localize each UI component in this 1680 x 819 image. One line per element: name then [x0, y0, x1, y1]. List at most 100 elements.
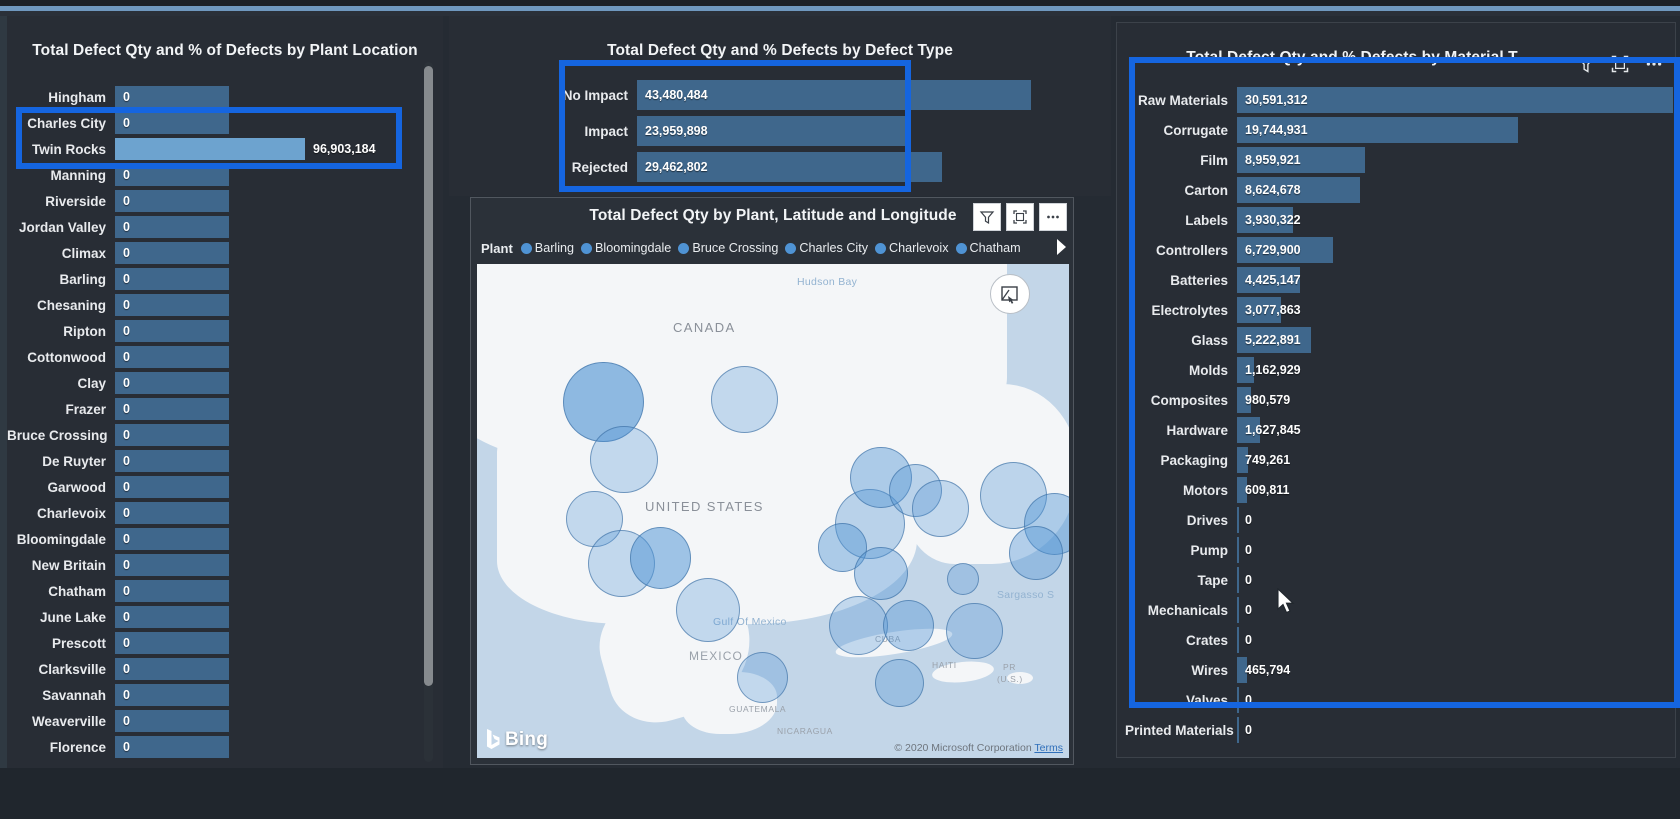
bar-row[interactable]: Mechanicals 0 — [1125, 595, 1673, 625]
bar-track[interactable]: 0 — [115, 162, 305, 188]
bar-fill[interactable] — [1237, 537, 1240, 563]
bar-fill[interactable] — [115, 736, 229, 758]
bar-row[interactable]: Rejected 29,462,802 — [561, 152, 1031, 182]
bar-fill[interactable] — [115, 242, 229, 264]
map-legend-item[interactable]: Barling — [520, 241, 574, 255]
bar-track[interactable]: 0 — [115, 448, 305, 474]
bar-fill[interactable] — [1237, 597, 1240, 623]
bar-row[interactable]: Impact 23,959,898 — [561, 116, 1031, 146]
map-legend-item[interactable]: Charlevoix — [875, 241, 949, 255]
bar-row[interactable]: Motors 609,811 — [1125, 475, 1673, 505]
map-bubble[interactable] — [711, 365, 779, 433]
bar-row[interactable]: Carton 8,624,678 — [1125, 175, 1673, 205]
bar-fill[interactable] — [115, 684, 229, 706]
bar-fill[interactable] — [115, 632, 229, 654]
bar-row[interactable]: Hardware 1,627,845 — [1125, 415, 1673, 445]
bar-track[interactable]: 0 — [115, 656, 305, 682]
bar-row[interactable]: Electrolytes 3,077,863 — [1125, 295, 1673, 325]
bar-row[interactable]: De Ruyter 0 — [7, 448, 427, 474]
bar-fill[interactable] — [1237, 567, 1240, 593]
map-bubble[interactable] — [1009, 525, 1063, 580]
bar-fill[interactable] — [115, 450, 229, 472]
bar-track[interactable]: 19,744,931 — [1237, 115, 1673, 145]
bar-track[interactable]: 0 — [115, 604, 305, 630]
map-bubble[interactable] — [912, 480, 969, 537]
map-bubble[interactable] — [737, 652, 789, 704]
bar-row[interactable]: Chatham 0 — [7, 578, 427, 604]
focus-mode-icon[interactable] — [1006, 203, 1034, 231]
bar-fill[interactable] — [115, 112, 229, 134]
bar-row[interactable]: Bruce Crossing 0 — [7, 422, 427, 448]
plant-location-visual[interactable]: Total Defect Qty and % of Defects by Pla… — [7, 16, 443, 768]
bar-track[interactable]: 0 — [1237, 685, 1673, 715]
map-legend-item[interactable]: Charles City — [785, 241, 868, 255]
chevron-right-icon[interactable] — [1051, 232, 1071, 262]
bar-track[interactable]: 0 — [1237, 535, 1673, 565]
bar-fill[interactable] — [115, 346, 229, 368]
map-bubble[interactable] — [883, 600, 935, 652]
map-terms-link[interactable]: Terms — [1034, 742, 1063, 754]
bar-fill[interactable] — [115, 268, 229, 290]
bar-fill[interactable] — [115, 320, 229, 342]
bar-track[interactable]: 43,480,484 — [637, 80, 1031, 110]
bar-track[interactable]: 749,261 — [1237, 445, 1673, 475]
bar-fill[interactable] — [115, 216, 229, 238]
bar-fill[interactable] — [115, 528, 229, 550]
bar-track[interactable]: 1,627,845 — [1237, 415, 1673, 445]
bar-track[interactable]: 0 — [115, 240, 305, 266]
bar-track[interactable]: 0 — [115, 344, 305, 370]
bar-row[interactable]: Composites 980,579 — [1125, 385, 1673, 415]
bar-fill[interactable] — [115, 86, 229, 108]
bar-row[interactable]: Corrugate 19,744,931 — [1125, 115, 1673, 145]
bar-row[interactable]: Chesaning 0 — [7, 292, 427, 318]
bar-track[interactable]: 0 — [115, 84, 305, 110]
bar-row[interactable]: Printed Materials 0 — [1125, 715, 1673, 745]
bar-track[interactable]: 96,903,184 — [115, 136, 376, 162]
bar-row[interactable]: Clarksville 0 — [7, 656, 427, 682]
bar-fill[interactable] — [1237, 507, 1240, 533]
more-options-icon[interactable] — [1039, 203, 1067, 231]
bar-track[interactable]: 609,811 — [1237, 475, 1673, 505]
bar-fill[interactable] — [115, 424, 229, 446]
defect-type-visual[interactable]: Total Defect Qty and % Defects by Defect… — [449, 16, 1111, 196]
bar-track[interactable]: 30,591,312 — [1237, 85, 1673, 115]
bar-row[interactable]: Riverside 0 — [7, 188, 427, 214]
bar-track[interactable]: 0 — [115, 188, 305, 214]
bar-track[interactable]: 8,959,921 — [1237, 145, 1673, 175]
bar-row[interactable]: Labels 3,930,322 — [1125, 205, 1673, 235]
bar-track[interactable]: 0 — [115, 708, 305, 734]
map-canvas[interactable]: CANADA UNITED STATES MEXICO GUATEMALA NI… — [477, 264, 1069, 758]
bar-fill[interactable] — [1237, 627, 1240, 653]
bar-track[interactable]: 23,959,898 — [637, 116, 1031, 146]
bar-row[interactable]: Packaging 749,261 — [1125, 445, 1673, 475]
bar-fill[interactable] — [115, 476, 229, 498]
bar-track[interactable]: 1,162,929 — [1237, 355, 1673, 385]
bar-row[interactable]: Florence 0 — [7, 734, 427, 760]
bar-track[interactable]: 0 — [115, 682, 305, 708]
filter-icon[interactable] — [1573, 51, 1599, 77]
bar-row[interactable]: Pump 0 — [1125, 535, 1673, 565]
map-bubble[interactable] — [875, 658, 924, 707]
bar-track[interactable]: 0 — [115, 500, 305, 526]
map-bubble[interactable] — [590, 425, 658, 493]
bar-track[interactable]: 8,624,678 — [1237, 175, 1673, 205]
bar-row[interactable]: Wires 465,794 — [1125, 655, 1673, 685]
bar-track[interactable]: 0 — [115, 526, 305, 552]
bar-row[interactable]: Manning 0 — [7, 162, 427, 188]
bar-row[interactable]: Tape 0 — [1125, 565, 1673, 595]
bar-row[interactable]: Hingham 0 — [7, 84, 427, 110]
bar-track[interactable]: 0 — [115, 578, 305, 604]
bar-row[interactable]: Valves 0 — [1125, 685, 1673, 715]
bar-row[interactable]: Film 8,959,921 — [1125, 145, 1673, 175]
bar-track[interactable]: 0 — [115, 370, 305, 396]
bar-track[interactable]: 0 — [115, 266, 305, 292]
bar-row[interactable]: Prescott 0 — [7, 630, 427, 656]
bar-row[interactable]: Jordan Valley 0 — [7, 214, 427, 240]
bar-track[interactable]: 0 — [115, 474, 305, 500]
bar-fill[interactable] — [115, 710, 229, 732]
bar-fill[interactable] — [115, 502, 229, 524]
bar-row[interactable]: Raw Materials 30,591,312 — [1125, 85, 1673, 115]
bar-track[interactable]: 0 — [115, 630, 305, 656]
filter-icon[interactable] — [973, 203, 1001, 231]
bar-track[interactable]: 3,930,322 — [1237, 205, 1673, 235]
